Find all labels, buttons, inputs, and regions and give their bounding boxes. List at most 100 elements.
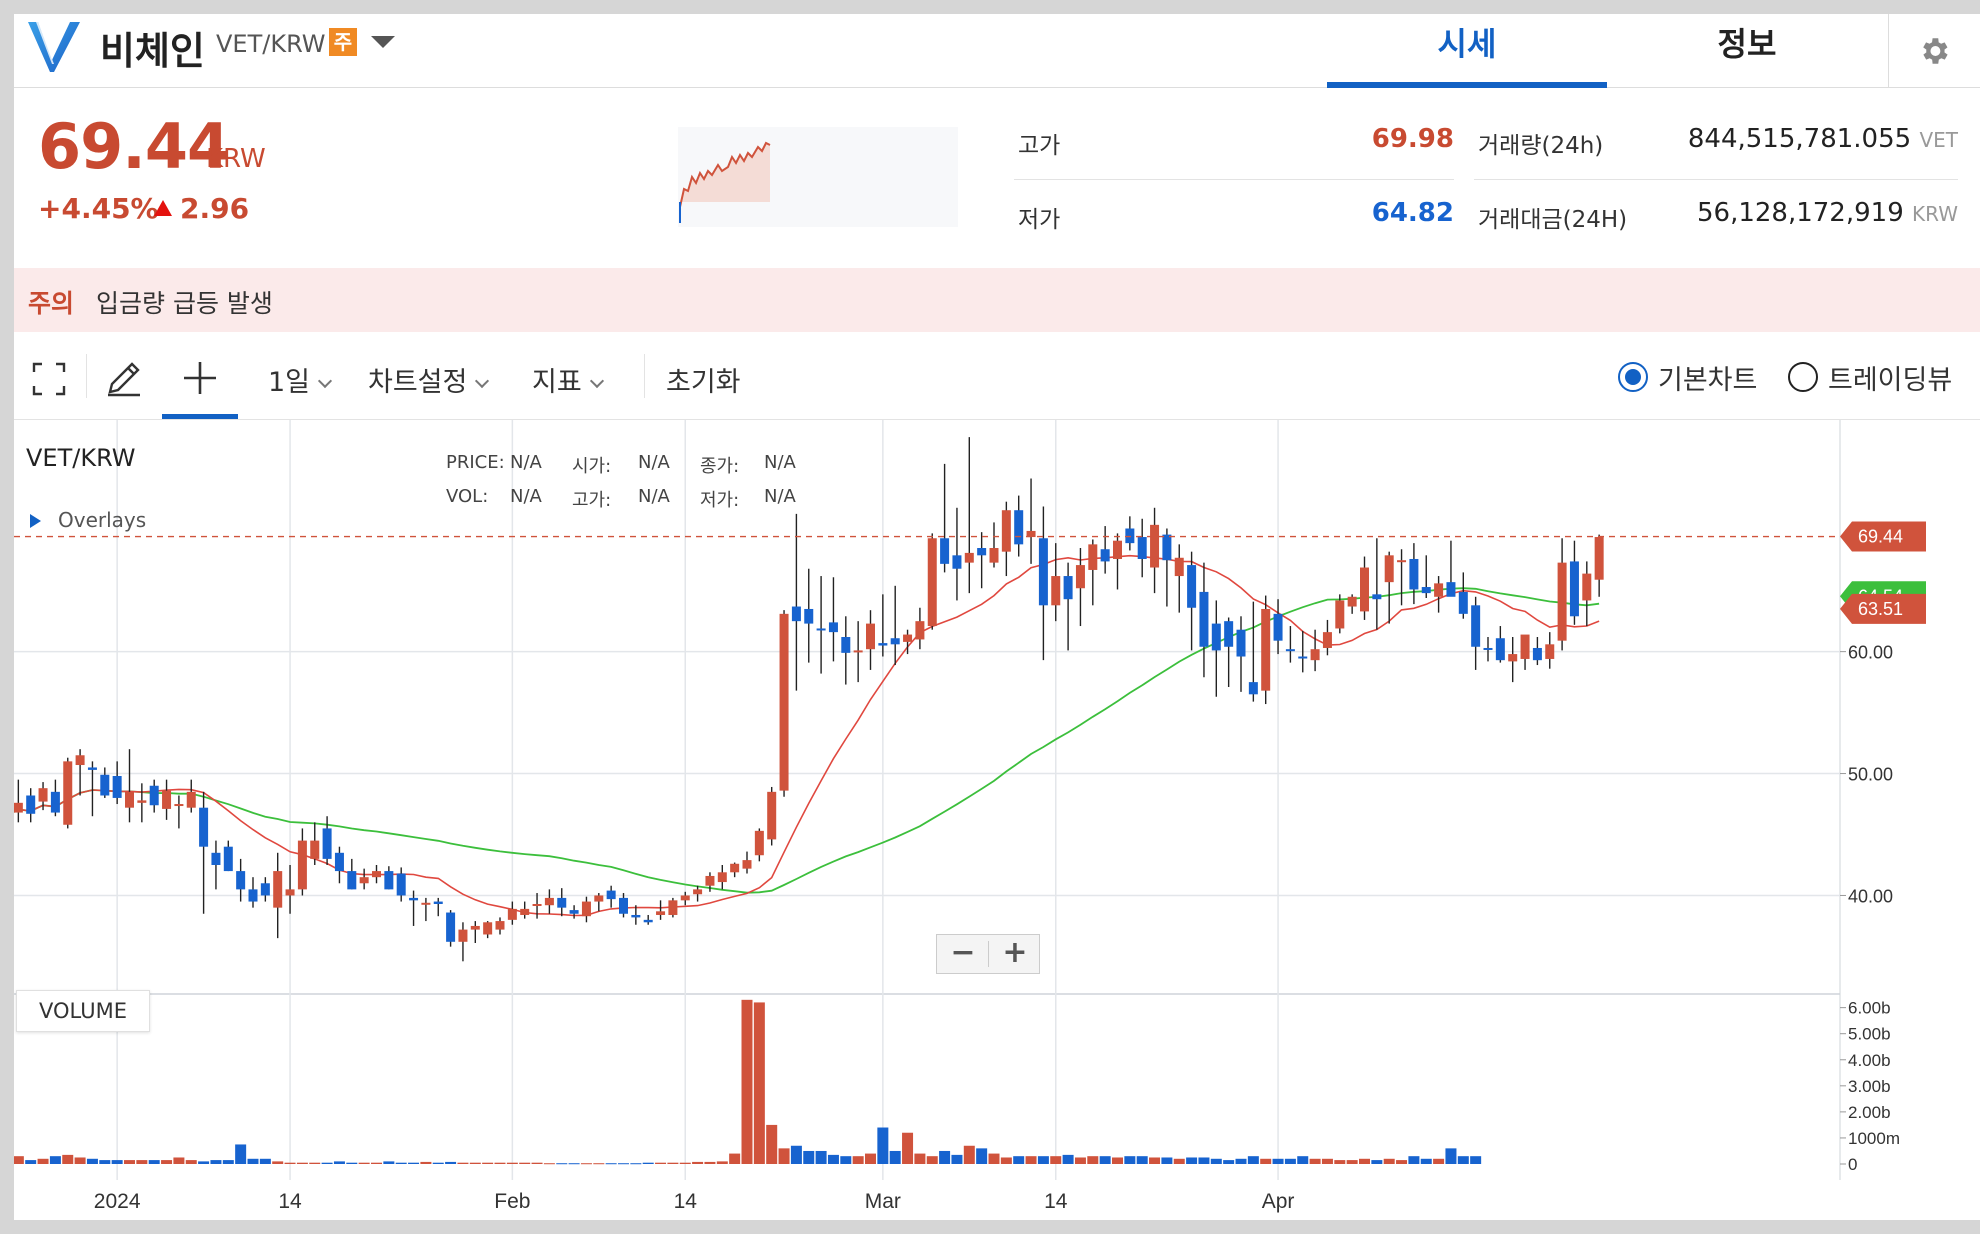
price-chart[interactable]: 2024 14 Feb 14 Mar 14 Apr 40.00 50.00 60.00 0 1000m… <box>14 420 1980 1220</box>
candlestick-chart-svg[interactable]: 2024 14 Feb 14 Mar 14 Apr 40.00 50.00 60.00 0 1000m… <box>14 420 1980 1220</box>
current-price: 69.44 <box>38 110 230 183</box>
candle-body <box>915 621 925 640</box>
volume-bar <box>247 1158 259 1164</box>
candle-body <box>1187 565 1197 608</box>
tradingview-radio[interactable] <box>1788 362 1818 392</box>
volume-bar <box>679 1162 691 1164</box>
zoom-out-button[interactable]: − <box>939 937 987 971</box>
reset-button[interactable]: 초기화 <box>666 360 741 399</box>
candle-body <box>199 807 209 847</box>
crosshair-icon[interactable] <box>182 360 218 396</box>
volume-bar <box>939 1150 951 1164</box>
volume-bar <box>37 1158 49 1164</box>
candle-body <box>619 897 628 914</box>
volume-bar <box>469 1162 481 1164</box>
volume-bar <box>309 1162 321 1164</box>
volume-bar <box>753 1002 765 1164</box>
vechain-logo-icon <box>24 18 82 76</box>
overlays-toggle[interactable]: Overlays <box>58 508 146 532</box>
volume-bar <box>136 1160 148 1164</box>
candle-body <box>1014 510 1024 545</box>
volume-tick-label: 1000m <box>1848 1129 1900 1148</box>
candle-body <box>174 804 184 807</box>
y-tick-label: 50.00 <box>1848 765 1893 785</box>
candle-body <box>1397 560 1407 563</box>
volume-bar <box>630 1163 642 1165</box>
zoom-in-button[interactable]: + <box>991 937 1039 971</box>
candle-body <box>347 871 357 890</box>
amount-label: 거래대금(24H) <box>1478 207 1628 233</box>
candle-body <box>1075 565 1085 589</box>
candle-body <box>14 802 23 813</box>
candle-body <box>1137 537 1147 559</box>
candle-body <box>977 548 987 556</box>
candle-body <box>656 911 666 915</box>
candle-body <box>310 840 320 859</box>
volume-bar <box>1359 1158 1370 1164</box>
tab-quote[interactable]: 시세 <box>1327 14 1607 88</box>
volume-bar <box>840 1156 852 1164</box>
candle-body <box>1001 510 1011 552</box>
pencil-icon[interactable] <box>104 358 144 398</box>
ma-long-line <box>14 587 1600 894</box>
candle-body <box>1508 654 1518 662</box>
volume-bar <box>1396 1160 1408 1164</box>
volume-bar <box>1223 1160 1235 1164</box>
candle-body <box>569 910 579 914</box>
candle-body <box>483 922 493 935</box>
up-triangle-icon <box>154 200 172 216</box>
tradingview-label[interactable]: 트레이딩뷰 <box>1828 358 1952 397</box>
volume-bar <box>790 1145 802 1164</box>
volume-bar <box>766 1124 778 1164</box>
volume-bar <box>1470 1156 1482 1164</box>
candle-body <box>273 871 283 908</box>
candle-body <box>631 914 641 918</box>
volume-tick-label: 6.00b <box>1848 999 1891 1018</box>
volume-bar <box>580 1163 592 1165</box>
divider <box>644 354 645 398</box>
volume-bar <box>1383 1158 1395 1164</box>
basic-chart-radio[interactable] <box>1618 362 1648 392</box>
volume-bar <box>49 1156 61 1164</box>
x-tick-label: 14 <box>674 1190 698 1213</box>
candle-body <box>1051 576 1061 606</box>
candle-body <box>260 883 270 896</box>
basic-chart-label[interactable]: 기본차트 <box>1658 358 1757 397</box>
volume-bar <box>605 1163 617 1165</box>
volume-bar <box>803 1150 815 1164</box>
fullscreen-icon[interactable] <box>32 362 66 396</box>
volume-bar <box>173 1157 185 1164</box>
candle-body <box>964 552 974 563</box>
expand-triangle-icon[interactable] <box>30 514 41 528</box>
volume-bar <box>111 1160 123 1164</box>
open-value: N/A <box>638 452 670 473</box>
candle-body <box>495 921 505 930</box>
candle-body <box>1384 555 1394 583</box>
change-percent: +4.45% <box>38 192 159 225</box>
volume-bar <box>914 1153 926 1164</box>
volume-bar <box>642 1162 654 1164</box>
volume-bar <box>1161 1157 1173 1164</box>
interval-select[interactable]: 1일 <box>268 360 333 399</box>
chevron-down-icon <box>317 373 333 389</box>
tab-info[interactable]: 정보 <box>1607 14 1887 88</box>
chevron-down-icon <box>475 373 490 389</box>
volume-bar <box>14 1156 24 1164</box>
volume-bar <box>741 999 753 1164</box>
candle-body <box>236 871 246 890</box>
settings-button[interactable] <box>1888 14 1980 88</box>
indicators-select[interactable]: 지표 <box>532 360 604 399</box>
coin-dropdown-icon[interactable] <box>371 36 395 48</box>
volume-bar <box>543 1163 555 1165</box>
chart-settings-select[interactable]: 차트설정 <box>368 360 490 399</box>
volume-bar <box>556 1163 568 1165</box>
candle-body <box>1520 634 1530 659</box>
volume-bar <box>1087 1156 1099 1164</box>
mini-price-chart <box>678 127 958 227</box>
candle-body <box>359 877 369 884</box>
volume-bar <box>827 1154 839 1164</box>
change-amount: 2.96 <box>180 192 250 225</box>
candle-body <box>594 895 604 902</box>
high-label: 고가: <box>572 490 612 511</box>
candle-body <box>285 889 295 896</box>
